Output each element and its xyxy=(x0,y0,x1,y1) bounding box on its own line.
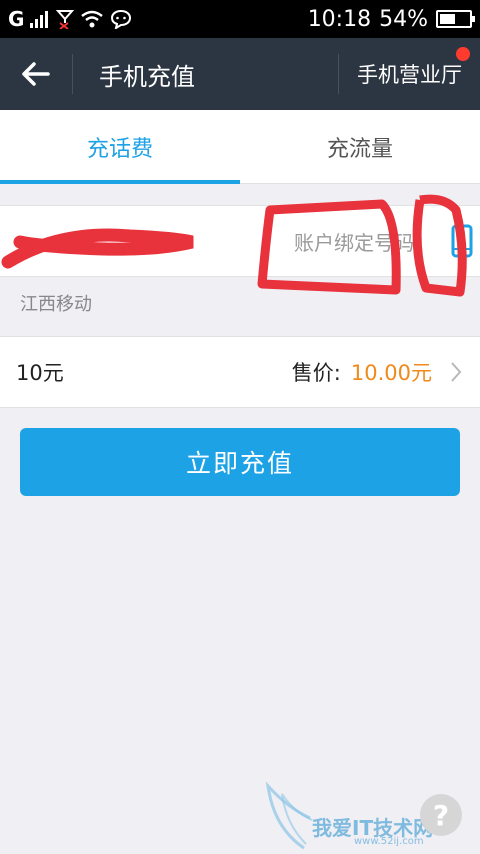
contacts-button[interactable] xyxy=(444,205,480,277)
notification-dot xyxy=(456,47,470,61)
phone-number-input[interactable] xyxy=(0,206,294,276)
title-bar: 手机充值 手机营业厅 xyxy=(0,38,480,110)
bound-number-hint[interactable]: 账户绑定号码 xyxy=(294,227,414,256)
recharge-now-button[interactable]: 立即充值 xyxy=(20,428,460,496)
network-type: G xyxy=(8,7,25,31)
battery-icon xyxy=(436,10,475,28)
tab-call-credit[interactable]: 充话费 xyxy=(0,110,240,184)
page-title: 手机充值 xyxy=(99,62,195,91)
price-label: 售价: xyxy=(291,361,341,385)
amount-selector[interactable]: 10元 售价: 10.00元 xyxy=(0,336,480,408)
sim-no-signal-icon xyxy=(56,9,75,29)
phone-icon xyxy=(451,224,473,258)
phone-number-row: 账户绑定号码 xyxy=(0,205,480,277)
status-bar: G 10:18 54% xyxy=(0,0,480,38)
tab-label: 充流量 xyxy=(326,136,393,162)
chevron-right-icon xyxy=(450,361,462,383)
signal-icon xyxy=(30,10,50,28)
clock: 10:18 xyxy=(307,6,372,32)
tab-label: 充话费 xyxy=(86,136,153,162)
wifi-icon xyxy=(80,10,104,28)
back-arrow-icon xyxy=(22,62,50,86)
divider xyxy=(72,54,73,94)
mobile-hall-label: 手机营业厅 xyxy=(357,63,462,87)
watermark-url: www.52ij.com xyxy=(354,836,424,847)
back-button[interactable] xyxy=(0,38,72,110)
battery-percent: 54% xyxy=(379,6,428,32)
tab-bar: 充话费 充流量 xyxy=(0,110,480,184)
mobile-hall-link[interactable]: 手机营业厅 xyxy=(339,38,480,110)
chat-icon xyxy=(110,9,132,29)
carrier-label: 江西移动 xyxy=(20,294,92,315)
tab-data-plan[interactable]: 充流量 xyxy=(240,110,480,183)
amount-value: 10元 xyxy=(16,361,64,385)
price-value: 10.00元 xyxy=(350,361,432,385)
help-button[interactable]: ? xyxy=(420,794,462,836)
watermark: 我爱IT技术网 www.52ij.com ? xyxy=(264,778,480,854)
